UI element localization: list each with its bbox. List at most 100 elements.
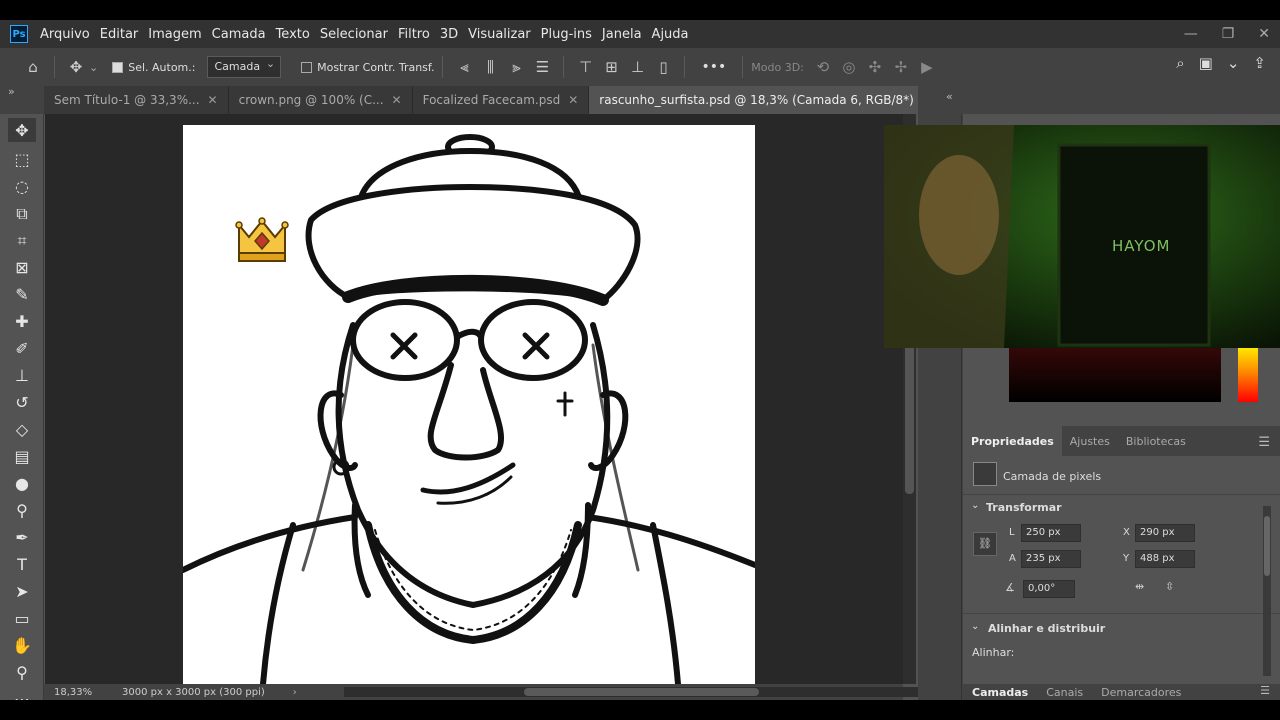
move-tool-icon[interactable]: ✥: [8, 118, 36, 142]
distribute-v-icon[interactable]: ▯: [650, 54, 676, 80]
crop-tool-icon[interactable]: ⌗: [0, 227, 44, 254]
flip-horizontal-icon[interactable]: ⇹: [1135, 580, 1144, 593]
scroll-thumb[interactable]: [905, 324, 914, 494]
hand-tool-icon[interactable]: ✋: [0, 632, 44, 659]
align-right-icon[interactable]: ⫸: [503, 54, 529, 80]
align-top-icon[interactable]: ⊤: [572, 54, 598, 80]
align-left-icon[interactable]: ⫷: [451, 54, 477, 80]
menu-editar[interactable]: Editar: [100, 27, 139, 42]
panel-menu-icon[interactable]: ☰: [1260, 684, 1270, 697]
3d-orbit-icon[interactable]: ⟲: [810, 54, 836, 80]
menu-selecionar[interactable]: Selecionar: [320, 27, 388, 42]
menu-filtro[interactable]: Filtro: [398, 27, 430, 42]
menu-3d[interactable]: 3D: [440, 27, 458, 42]
frame-tool-icon[interactable]: ⊠: [0, 254, 44, 281]
lasso-tool-icon[interactable]: ◌: [0, 173, 44, 200]
minimize-icon[interactable]: —: [1184, 26, 1198, 42]
brush-tool-icon[interactable]: ✐: [0, 335, 44, 362]
zoom-level[interactable]: 18,33%: [54, 687, 114, 698]
canvas-area[interactable]: [45, 114, 903, 684]
rectangle-tool-icon[interactable]: ▭: [0, 605, 44, 632]
align-bottom-icon[interactable]: ⊥: [624, 54, 650, 80]
close-tab-icon[interactable]: ✕: [568, 93, 578, 107]
eraser-tool-icon[interactable]: ◇: [0, 416, 44, 443]
3d-pan-icon[interactable]: ✣: [862, 54, 888, 80]
angle-field[interactable]: 0,00°: [1023, 580, 1075, 598]
tab-sem-titulo[interactable]: Sem Título-1 @ 33,3%... ✕: [44, 86, 229, 114]
properties-scrollbar[interactable]: [1263, 506, 1271, 676]
move-tool-icon[interactable]: ✥: [63, 54, 89, 80]
close-tab-icon[interactable]: ✕: [392, 93, 402, 107]
eyedropper-tool-icon[interactable]: ✎: [0, 281, 44, 308]
tab-camadas[interactable]: Camadas: [963, 686, 1037, 699]
status-chevron-icon[interactable]: ›: [293, 687, 297, 698]
search-icon[interactable]: ⌕: [1176, 54, 1184, 72]
menu-camada[interactable]: Camada: [212, 27, 266, 42]
close-tab-icon[interactable]: ✕: [208, 93, 218, 107]
gradient-tool-icon[interactable]: ▤: [0, 443, 44, 470]
chevron-down-icon[interactable]: ⌄: [1227, 54, 1240, 72]
y-field[interactable]: 488 px: [1135, 550, 1195, 568]
tab-propriedades[interactable]: Propriedades: [963, 426, 1062, 456]
color-hue-slider[interactable]: [1238, 342, 1258, 402]
scroll-thumb[interactable]: [524, 688, 759, 696]
flip-vertical-icon[interactable]: ⇳: [1165, 580, 1174, 593]
zoom-tool-icon[interactable]: ⚲: [0, 659, 44, 686]
collapse-toolbar-button[interactable]: »: [0, 86, 44, 114]
share-icon[interactable]: ⇪: [1253, 54, 1266, 72]
auto-select-checkbox[interactable]: [112, 61, 124, 73]
scroll-thumb[interactable]: [1264, 516, 1270, 576]
color-picker-field[interactable]: [1009, 342, 1221, 402]
menu-plugins[interactable]: Plug-ins: [541, 27, 592, 42]
document-tabs: Sem Título-1 @ 33,3%... ✕ crown.png @ 100…: [44, 86, 953, 114]
maximize-icon[interactable]: ❐: [1222, 26, 1235, 42]
3d-roll-icon[interactable]: ◎: [836, 54, 862, 80]
show-transform-checkbox[interactable]: [301, 61, 313, 73]
stamp-tool-icon[interactable]: ⊥: [0, 362, 44, 389]
menu-texto[interactable]: Texto: [276, 27, 310, 42]
tab-demarcadores[interactable]: Demarcadores: [1092, 686, 1190, 699]
link-dimensions-icon[interactable]: ⛓: [973, 532, 997, 556]
type-tool-icon[interactable]: T: [0, 551, 44, 578]
more-options-button[interactable]: •••: [701, 59, 726, 75]
auto-select-dropdown[interactable]: Camada: [207, 54, 282, 78]
path-select-tool-icon[interactable]: ➤: [0, 578, 44, 605]
chevron-down-icon[interactable]: ⌄: [971, 621, 979, 632]
tab-canais[interactable]: Canais: [1037, 686, 1092, 699]
x-field[interactable]: 290 px: [1135, 524, 1195, 542]
more-tools-icon[interactable]: ⋯: [0, 686, 44, 700]
home-icon[interactable]: ⌂: [20, 54, 46, 80]
tab-rascunho-surfista[interactable]: rascunho_surfista.psd @ 18,3% (Camada 6,…: [589, 86, 953, 114]
collapse-panels-icon[interactable]: «: [946, 90, 953, 103]
distribute-h-icon[interactable]: ☰: [529, 54, 555, 80]
tab-ajustes[interactable]: Ajustes: [1062, 426, 1118, 456]
workspace-icon[interactable]: ▣: [1199, 54, 1213, 72]
dodge-tool-icon[interactable]: ⚲: [0, 497, 44, 524]
panel-menu-icon[interactable]: ☰: [1258, 435, 1270, 450]
menu-imagem[interactable]: Imagem: [148, 27, 201, 42]
tab-bibliotecas[interactable]: Bibliotecas: [1118, 426, 1194, 456]
close-icon[interactable]: ✕: [1258, 26, 1270, 42]
history-brush-icon[interactable]: ↺: [0, 389, 44, 416]
width-field[interactable]: 250 px: [1021, 524, 1081, 542]
menu-arquivo[interactable]: Arquivo: [40, 27, 90, 42]
align-middle-v-icon[interactable]: ⊞: [598, 54, 624, 80]
align-center-h-icon[interactable]: ⫼: [477, 54, 503, 80]
marquee-tool-icon[interactable]: ⬚: [0, 146, 44, 173]
menu-visualizar[interactable]: Visualizar: [468, 27, 531, 42]
3d-slide-icon[interactable]: ✢: [888, 54, 914, 80]
menu-janela[interactable]: Janela: [602, 27, 642, 42]
chevron-down-icon[interactable]: ⌄: [971, 500, 979, 511]
tab-facecam[interactable]: Focalized Facecam.psd ✕: [413, 86, 590, 114]
3d-camera-icon[interactable]: ▶: [914, 54, 940, 80]
object-select-tool-icon[interactable]: ⧉: [0, 200, 44, 227]
height-field[interactable]: 235 px: [1021, 550, 1081, 568]
pen-tool-icon[interactable]: ✒: [0, 524, 44, 551]
tab-crown[interactable]: crown.png @ 100% (C... ✕: [229, 86, 413, 114]
healing-brush-icon[interactable]: ✚: [0, 308, 44, 335]
horizontal-scrollbar[interactable]: [344, 687, 934, 697]
blur-tool-icon[interactable]: ●: [0, 470, 44, 497]
document-canvas[interactable]: [183, 125, 755, 684]
chevron-down-icon[interactable]: ⌄: [89, 61, 98, 74]
menu-ajuda[interactable]: Ajuda: [652, 27, 689, 42]
